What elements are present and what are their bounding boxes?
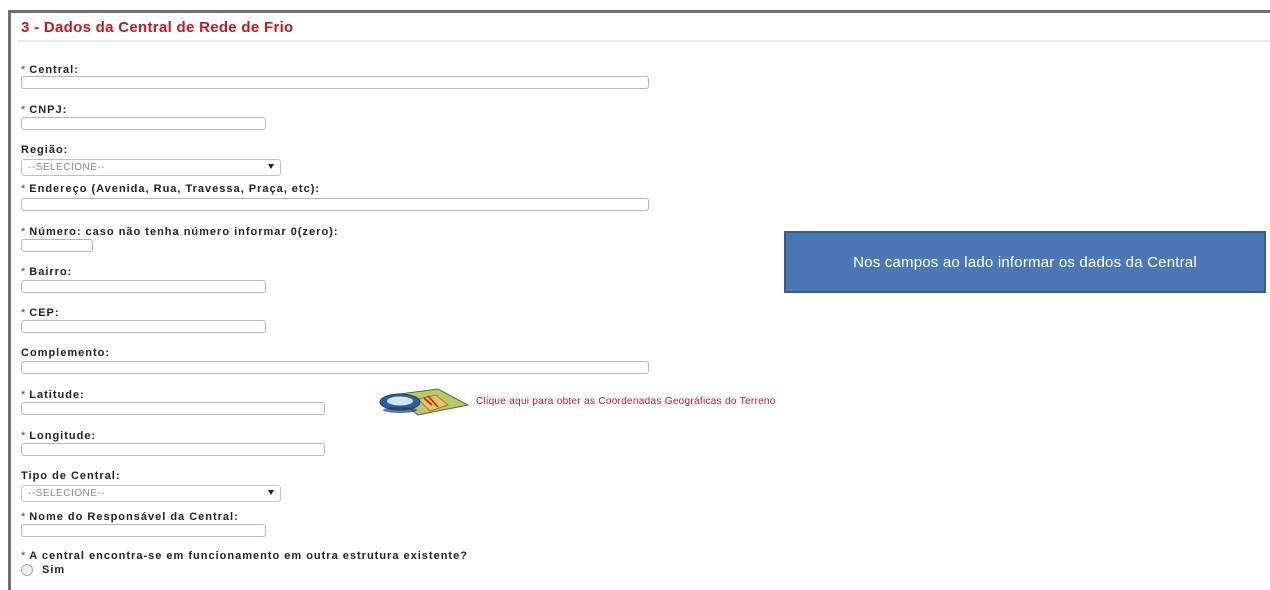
longitude-input[interactable] (21, 443, 325, 456)
instruction-callout: Nos campos ao lado informar os dados da … (784, 231, 1266, 293)
central-label: * Central: (21, 64, 79, 76)
radio-sim-option[interactable]: Sim (21, 564, 65, 576)
cnpj-label: * CNPJ: (21, 104, 68, 116)
bairro-label: * Bairro: (21, 266, 73, 278)
callout-text: Nos campos ao lado informar os dados da … (853, 253, 1197, 271)
form-frame (8, 10, 1270, 590)
regiao-select-value: --SELECIONE-- (28, 162, 106, 173)
central-input[interactable] (21, 76, 649, 89)
latitude-label: * Latitude: (21, 389, 85, 401)
chevron-down-icon (268, 164, 274, 169)
endereco-label: * Endereço (Avenida, Rua, Travessa, Praça… (21, 183, 321, 195)
tipo-central-label: Tipo de Central: (21, 470, 121, 482)
responsavel-input[interactable] (21, 524, 266, 537)
coordinates-link[interactable]: Clique aqui para obter as Coordenadas Ge… (476, 396, 776, 407)
section-title: 3 - Dados da Central de Rede de Frio (21, 19, 294, 36)
tipo-central-select-value: --SELECIONE-- (28, 488, 106, 499)
cnpj-input[interactable] (21, 117, 266, 130)
radio-sim-label: Sim (42, 564, 66, 576)
radio-sim[interactable] (21, 564, 33, 576)
numero-input[interactable] (21, 239, 93, 252)
latitude-input[interactable] (21, 402, 325, 415)
cep-input[interactable] (21, 320, 266, 333)
complemento-input[interactable] (21, 361, 649, 374)
regiao-label: Região: (21, 144, 69, 156)
map-icon[interactable] (378, 385, 470, 417)
regiao-select[interactable]: --SELECIONE-- (21, 159, 281, 176)
complemento-label: Complemento: (21, 347, 110, 359)
numero-label: * Número: caso não tenha número informar … (21, 226, 339, 238)
chevron-down-icon (268, 490, 274, 495)
endereco-input[interactable] (21, 198, 649, 211)
bairro-input[interactable] (21, 280, 266, 293)
funcionamento-label: * A central encontra-se em funcionamento … (21, 550, 468, 562)
responsavel-label: * Nome do Responsável da Central: (21, 511, 239, 523)
cep-label: * CEP: (21, 307, 60, 319)
tipo-central-select[interactable]: --SELECIONE-- (21, 485, 281, 502)
title-divider (18, 40, 1270, 42)
longitude-label: * Longitude: (21, 430, 97, 442)
